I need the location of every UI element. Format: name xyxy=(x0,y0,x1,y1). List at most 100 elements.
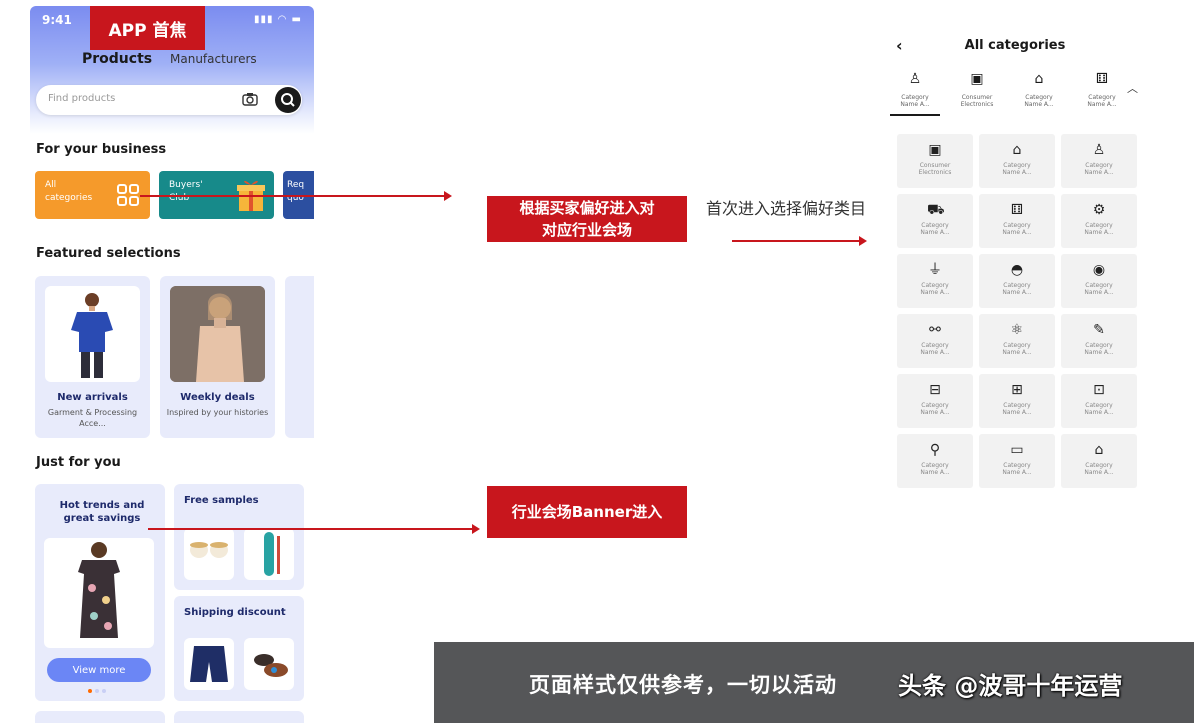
tshirt-model-image xyxy=(45,286,140,382)
chevron-up-icon[interactable]: ︿ xyxy=(1127,80,1138,96)
category-cell-label: Category Name A... xyxy=(1084,462,1114,476)
category-cell[interactable]: ⌂ Category Name A... xyxy=(979,134,1055,188)
tab-products[interactable]: Products xyxy=(82,51,152,67)
more-card-1[interactable] xyxy=(35,711,165,723)
category-cell[interactable]: ✎ Category Name A... xyxy=(1061,314,1137,368)
dress-icon: ♙ xyxy=(1092,142,1106,158)
category-cell[interactable]: ◉ Category Name A... xyxy=(1061,254,1137,308)
category-cell[interactable]: ⚙ Category Name A... xyxy=(1061,194,1137,248)
category-cell-label: Category Name A... xyxy=(1002,282,1032,296)
house-icon: ⌂ xyxy=(1094,442,1104,458)
category-cell[interactable]: ⚯ Category Name A... xyxy=(897,314,973,368)
shorts-image xyxy=(184,638,234,690)
category-cell-label: Category Name A... xyxy=(1002,402,1032,416)
featured-title-new-arrivals: New arrivals xyxy=(57,392,128,403)
sample-cups-image xyxy=(184,528,234,580)
gift-icon: ⚅ xyxy=(1095,71,1109,87)
category-cell[interactable]: ⛟ Category Name A... xyxy=(897,194,973,248)
featured-card-partial[interactable] xyxy=(285,276,314,438)
category-cell[interactable]: ⊞ Category Name A... xyxy=(979,374,1055,428)
featured-card-new-arrivals[interactable]: New arrivals Garment & Processing Acce..… xyxy=(35,276,150,438)
watermark: 头条 @波哥十年运营 xyxy=(898,672,1123,700)
category-cell[interactable]: ♙ Category Name A... xyxy=(1061,134,1137,188)
category-cell[interactable]: ▭ Category Name A... xyxy=(979,434,1055,488)
floral-dress-image xyxy=(44,538,154,648)
category-cell[interactable]: ◓ Category Name A... xyxy=(979,254,1055,308)
search-placeholder: Find products xyxy=(48,93,116,104)
camera-icon[interactable] xyxy=(242,92,258,106)
arrow-business-to-box xyxy=(140,191,452,201)
category-cell-label: Category Name A... xyxy=(920,462,950,476)
arrow-to-categories xyxy=(732,236,867,246)
shipping-discount-title: Shipping discount xyxy=(184,607,286,618)
category-cell[interactable]: ▣ Consumer Electronics xyxy=(897,134,973,188)
category-cell-label: Category Name A... xyxy=(920,342,950,356)
category-cell-label: Category Name A... xyxy=(920,282,950,296)
category-cell[interactable]: ⚅ Category Name A... xyxy=(979,194,1055,248)
free-samples-card[interactable]: Free samples xyxy=(174,484,304,590)
all-categories-card[interactable]: All categories xyxy=(35,171,150,219)
category-tab-1[interactable]: ♙ Category Name A... xyxy=(892,70,938,108)
all-categories-label: All categories xyxy=(45,180,93,203)
toolbox-icon: ⊟ xyxy=(929,382,941,398)
category-cell[interactable]: ⊟ Category Name A... xyxy=(897,374,973,428)
paddle-board-image xyxy=(244,528,294,580)
category-cell-label: Category Name A... xyxy=(1084,342,1114,356)
category-cell-label: Category Name A... xyxy=(920,222,950,236)
featured-sub-weekly-deals: Inspired by your histories xyxy=(166,408,269,417)
categories-title: All categories xyxy=(964,38,1066,53)
search-button[interactable] xyxy=(275,87,301,113)
category-cell-label: Category Name A... xyxy=(1084,162,1114,176)
monitor-icon: ▭ xyxy=(1010,442,1024,458)
category-cell-label: Category Name A... xyxy=(1002,342,1032,356)
shipping-discount-card[interactable]: Shipping discount xyxy=(174,596,304,701)
category-tab-2[interactable]: ▣ Consumer Electronics xyxy=(954,70,1000,108)
category-cell[interactable]: ⊡ Category Name A... xyxy=(1061,374,1137,428)
category-tab-3[interactable]: ⌂ Category Name A... xyxy=(1016,70,1062,108)
disclaimer-text: 页面样式仅供参考，一切以活动 xyxy=(529,673,837,697)
all-categories-panel: ‹ All categories ♙ Category Name A... ▣ … xyxy=(890,26,1140,492)
just-for-you-title: Just for you xyxy=(36,455,121,470)
category-cell-label: Category Name A... xyxy=(1002,462,1032,476)
tablet-icon: ▣ xyxy=(970,71,984,87)
house-icon: ⌂ xyxy=(1034,71,1044,87)
featured-card-weekly-deals[interactable]: Weekly deals Inspired by your histories xyxy=(160,276,275,438)
category-tab-label: Category Name A... xyxy=(900,94,930,108)
carousel-dots xyxy=(88,689,106,693)
search-icon xyxy=(281,93,295,107)
status-icons: ▮▮▮ ◠ ▬ xyxy=(253,14,302,25)
category-cell-label: Category Name A... xyxy=(1084,282,1114,296)
status-time: 9:41 xyxy=(42,13,72,27)
category-cell[interactable]: ⌂ Category Name A... xyxy=(1061,434,1137,488)
accessories-image xyxy=(244,638,294,690)
car-icon: ⛟ xyxy=(927,202,945,218)
app-focus-label: APP 首焦 xyxy=(90,6,205,50)
featured-title: Featured selections xyxy=(36,246,181,261)
category-cell-label: Category Name A... xyxy=(1084,222,1114,236)
tab-manufacturers[interactable]: Manufacturers xyxy=(170,52,257,66)
featured-sub-new-arrivals: Garment & Processing Acce... xyxy=(47,408,138,428)
fabric-icon: ◉ xyxy=(1092,262,1106,278)
featured-title-weekly-deals: Weekly deals xyxy=(180,392,255,403)
view-more-button[interactable]: View more xyxy=(47,658,151,682)
more-card-2[interactable] xyxy=(174,711,304,723)
category-cell[interactable]: ⏚ Category Name A... xyxy=(897,254,973,308)
house-icon: ⌂ xyxy=(1012,142,1022,158)
category-cell[interactable]: ⚲ Category Name A... xyxy=(897,434,973,488)
active-tab-indicator xyxy=(890,114,940,116)
molecule-icon: ⚛ xyxy=(1010,322,1024,338)
category-cell-label: Category Name A... xyxy=(1002,162,1032,176)
first-entry-note: 首次进入选择偏好类目 xyxy=(706,199,867,218)
category-tab-4[interactable]: ⚅ Category Name A... xyxy=(1079,70,1125,108)
hot-trends-title: Hot trends and great savings xyxy=(59,500,145,524)
tablet-icon: ▣ xyxy=(928,142,942,158)
phone-mockup: 9:41 ▮▮▮ ◠ ▬ APP 首焦 Products Manufacture… xyxy=(30,6,314,723)
helmet-icon: ◓ xyxy=(1010,262,1024,278)
baby-clothes-icon: ⚅ xyxy=(1010,202,1024,218)
search-input[interactable]: Find products xyxy=(36,85,302,115)
tools-icon: ✎ xyxy=(1093,322,1105,338)
category-cell-label: Category Name A... xyxy=(1084,402,1114,416)
category-cell[interactable]: ⚛ Category Name A... xyxy=(979,314,1055,368)
free-samples-title: Free samples xyxy=(184,495,259,506)
dumbbell-icon: ⚯ xyxy=(929,322,941,338)
